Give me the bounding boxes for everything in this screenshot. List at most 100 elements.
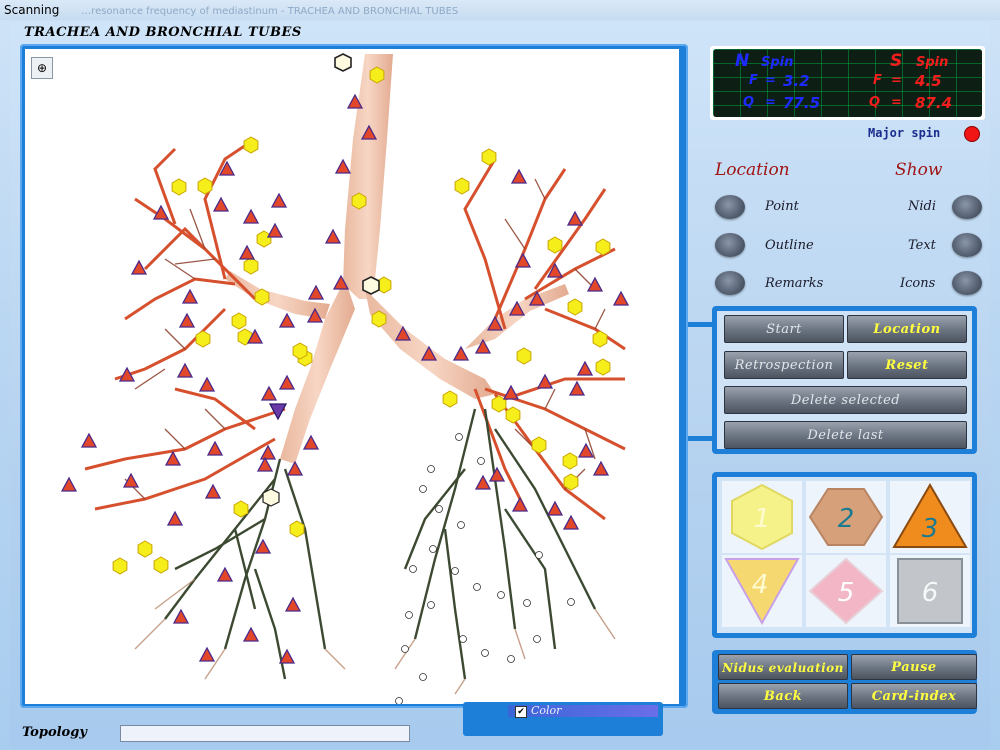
marker-1-hexagon[interactable]: 1 — [722, 481, 802, 553]
yellow-hexagon-marker — [112, 557, 128, 575]
white-dot-marker — [535, 551, 543, 559]
white-dot-marker — [409, 565, 417, 573]
red-triangle-marker — [562, 514, 580, 530]
white-dot-marker — [395, 697, 403, 704]
yellow-hexagon-marker — [592, 330, 608, 348]
red-triangle-marker — [474, 474, 492, 490]
red-triangle-marker — [284, 596, 302, 612]
pink-diamond-icon: 5 — [808, 557, 884, 625]
show-nidi-label: Nidi — [908, 199, 937, 214]
trachea-shape — [343, 54, 393, 299]
n-f-label: F — [749, 73, 758, 88]
white-dot-marker — [455, 433, 463, 441]
marker-2-hexagon[interactable]: 2 — [806, 481, 886, 553]
white-dot-marker — [497, 591, 505, 599]
red-triangle-marker — [80, 432, 98, 448]
location-button[interactable]: Location — [847, 315, 967, 343]
retrospection-button[interactable]: Retrospection — [724, 351, 844, 379]
window-faded-caption: …resonance frequency of mediastinum - TR… — [81, 6, 459, 17]
n-q-value: 77.5 — [783, 94, 821, 112]
lung-image-canvas[interactable]: ⊕ — [25, 49, 679, 704]
spin-oscilloscope: N Spin F = 3.2 Q = 77.5 S Spin F = 4.5 Q… — [713, 49, 982, 117]
yellow-hexagon-marker — [442, 390, 458, 408]
red-triangle-markers — [60, 93, 630, 664]
marker-5-diamond[interactable]: 5 — [806, 555, 886, 627]
red-triangle-marker — [198, 376, 216, 392]
start-button[interactable]: Start — [724, 315, 844, 343]
red-triangle-marker — [198, 646, 216, 662]
red-triangle-marker — [278, 374, 296, 390]
yellow-hexagon-marker — [531, 436, 547, 454]
delete-selected-button[interactable]: Delete selected — [724, 386, 967, 414]
red-triangle-marker — [259, 444, 277, 460]
yellow-hexagon-marker — [516, 347, 532, 365]
show-icons-toggle[interactable] — [952, 271, 982, 295]
window-title: Scanning — [4, 3, 60, 17]
white-dot-marker — [419, 485, 427, 493]
reset-button[interactable]: Reset — [847, 351, 967, 379]
yellow-hexagon-marker — [595, 358, 611, 376]
white-dot-marker — [473, 583, 481, 591]
n-f-value: 3.2 — [783, 72, 810, 90]
delete-last-button[interactable]: Delete last — [724, 421, 967, 449]
red-triangle-marker — [270, 192, 288, 208]
white-dot-marker — [435, 505, 443, 513]
red-triangle-marker — [502, 384, 520, 400]
card-index-button[interactable]: Card-index — [851, 683, 977, 709]
show-text-toggle[interactable] — [952, 233, 982, 257]
location-point-radio[interactable] — [715, 195, 745, 219]
yellow-hexagon-marker — [292, 342, 308, 360]
marker-6-square[interactable]: 6 — [890, 555, 970, 627]
yellow-hexagon-marker — [197, 177, 213, 195]
red-triangle-marker — [60, 476, 78, 492]
yellow-hexagon-icon: 1 — [731, 483, 793, 551]
s-q-label: Q — [869, 95, 881, 110]
yellow-hexagon-marker — [562, 452, 578, 470]
yellow-hexagon-marker — [256, 230, 272, 248]
red-triangle-marker — [334, 158, 352, 174]
white-dot-marker — [533, 635, 541, 643]
yellow-hexagon-marker — [369, 66, 385, 84]
white-dot-marker — [405, 611, 413, 619]
yellow-hexagon-marker — [233, 500, 249, 518]
red-triangle-marker — [307, 284, 325, 300]
color-option-tab: ✔ Color — [463, 702, 663, 736]
left-lower-branches — [164, 458, 327, 680]
marker-3-triangle[interactable]: 3 — [890, 481, 970, 553]
color-checkbox[interactable]: ✔ — [515, 706, 527, 718]
topology-progress-bar — [120, 725, 410, 742]
yellow-hexagon-marker — [563, 473, 579, 491]
n-spin-word: Spin — [761, 55, 794, 70]
yellow-hexagon-marker — [371, 310, 387, 328]
white-dot-marker — [457, 521, 465, 529]
white-dot-marker — [427, 465, 435, 473]
red-triangle-marker — [256, 456, 274, 472]
marker-6-number: 6 — [922, 578, 939, 608]
red-triangle-marker — [181, 288, 199, 304]
red-triangle-marker — [266, 222, 284, 238]
location-outline-radio[interactable] — [715, 233, 745, 257]
purple-down-triangle-marker — [268, 403, 288, 421]
show-nidi-toggle[interactable] — [952, 195, 982, 219]
red-triangle-marker — [576, 360, 594, 376]
show-section-title: Show — [895, 160, 943, 180]
white-dot-marker — [429, 545, 437, 553]
back-button[interactable]: Back — [718, 683, 848, 709]
red-triangle-marker — [242, 626, 260, 642]
image-view-panel: ⊕ — [20, 44, 688, 708]
yellow-hexagon-marker — [289, 520, 305, 538]
pause-button[interactable]: Pause — [851, 654, 977, 680]
bronchial-tree-image — [60, 53, 630, 704]
red-triangle-marker — [242, 208, 260, 224]
red-triangle-marker — [511, 496, 529, 512]
red-triangle-marker — [510, 168, 528, 184]
marker-4-triangle-down[interactable]: 4 — [722, 555, 802, 627]
nidus-evaluation-button[interactable]: Nidus evaluation — [718, 654, 848, 680]
location-remarks-radio[interactable] — [715, 271, 745, 295]
zoom-in-icon[interactable]: ⊕ — [31, 57, 53, 79]
yellow-hexagon-marker — [505, 406, 521, 424]
red-triangle-marker — [278, 312, 296, 328]
red-triangle-marker — [178, 312, 196, 328]
s-q-value: 87.4 — [915, 94, 953, 112]
red-triangle-marker — [546, 500, 564, 516]
